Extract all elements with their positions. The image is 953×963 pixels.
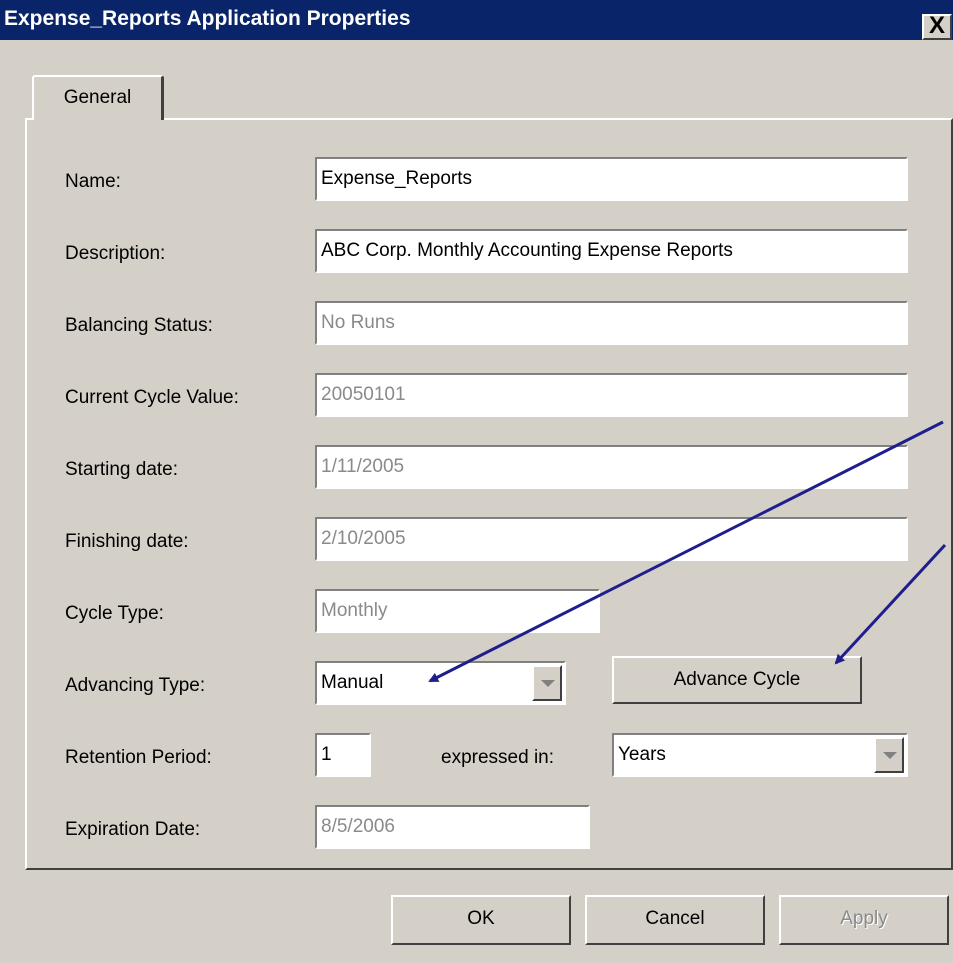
- expiration-date-label: Expiration Date:: [65, 819, 201, 840]
- properties-dialog: Expense_Reports Application Properties X…: [0, 0, 953, 963]
- advancing-type-select[interactable]: Manual: [315, 661, 566, 705]
- balancing-status-field: No Runs: [315, 301, 908, 345]
- description-input[interactable]: ABC Corp. Monthly Accounting Expense Rep…: [315, 229, 908, 273]
- cycle-type-label: Cycle Type:: [65, 603, 164, 624]
- tab-general[interactable]: General: [32, 75, 164, 120]
- finishing-date-field: 2/10/2005: [315, 517, 908, 561]
- close-icon: X: [928, 12, 945, 39]
- window-title: Expense_Reports Application Properties: [4, 7, 411, 30]
- title-bar[interactable]: Expense_Reports Application Properties X: [0, 0, 953, 40]
- starting-date-field: 1/11/2005: [315, 445, 908, 489]
- retention-period-label: Retention Period:: [65, 747, 212, 768]
- balancing-status-label: Balancing Status:: [65, 315, 213, 336]
- chevron-down-icon[interactable]: [874, 737, 904, 773]
- expiration-date-field: 8/5/2006: [315, 805, 590, 849]
- advance-cycle-button[interactable]: Advance Cycle: [612, 656, 862, 704]
- starting-date-label: Starting date:: [65, 459, 179, 480]
- name-label: Name:: [65, 171, 121, 192]
- current-cycle-value-label: Current Cycle Value:: [65, 387, 239, 408]
- current-cycle-value-field: 20050101: [315, 373, 908, 417]
- finishing-date-label: Finishing date:: [65, 531, 189, 552]
- expressed-in-label: expressed in:: [441, 747, 555, 768]
- expressed-in-value: Years: [618, 744, 666, 765]
- chevron-down-icon[interactable]: [532, 665, 562, 701]
- ok-button[interactable]: OK: [391, 895, 571, 945]
- cancel-button[interactable]: Cancel: [585, 895, 765, 945]
- expressed-in-select[interactable]: Years: [612, 733, 908, 777]
- name-input[interactable]: Expense_Reports: [315, 157, 908, 201]
- advancing-type-label: Advancing Type:: [65, 675, 206, 696]
- advancing-type-value: Manual: [321, 672, 384, 693]
- apply-button[interactable]: Apply: [779, 895, 949, 945]
- close-button[interactable]: X: [922, 14, 952, 40]
- retention-period-input[interactable]: 1: [315, 733, 371, 777]
- cycle-type-field: Monthly: [315, 589, 600, 633]
- description-label: Description:: [65, 243, 166, 264]
